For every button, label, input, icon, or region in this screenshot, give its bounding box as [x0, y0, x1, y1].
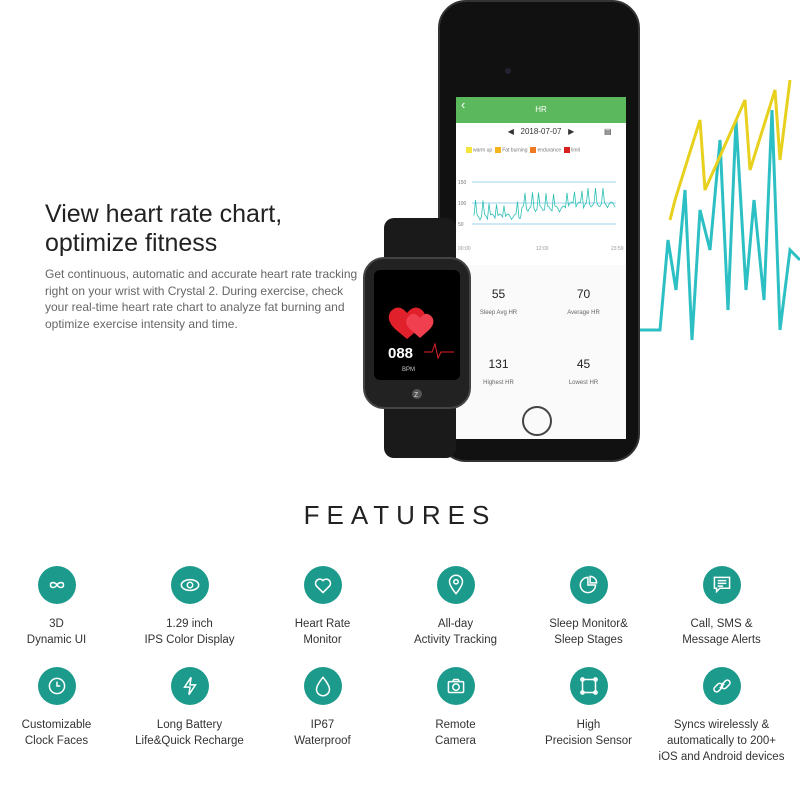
feature-item: Customizable Clock Faces	[0, 667, 123, 749]
chart-legend: warm up Fat burning endurance limit	[466, 147, 580, 153]
eye-icon	[170, 566, 209, 604]
app-bar: HR	[456, 97, 626, 123]
watch-bpm-value: 088	[388, 345, 413, 362]
infinity-icon	[37, 566, 76, 604]
feature-item: IP67 Waterproof	[256, 667, 389, 749]
feature-label: Sleep Monitor& Sleep Stages	[549, 618, 628, 646]
feature-item: Remote Camera	[389, 667, 522, 749]
sensor-square-icon	[569, 667, 608, 705]
features-title: FEATURES	[303, 500, 497, 530]
y-tick: 100	[458, 201, 467, 207]
feature-item: Call, SMS & Message Alerts	[655, 566, 788, 648]
calendar-icon[interactable]: ▤	[604, 127, 612, 136]
message-icon	[702, 566, 741, 604]
legend-item: limit	[564, 147, 580, 153]
feature-item: Long Battery Life&Quick Recharge	[123, 667, 256, 749]
feature-label: Syncs wirelessly & automatically to 200+…	[658, 719, 785, 763]
next-date-icon[interactable]: ▶	[568, 127, 574, 136]
legend-label: limit	[571, 147, 581, 154]
legend-item: Fat burning	[495, 147, 527, 153]
lightning-icon	[170, 667, 209, 705]
prev-date-icon[interactable]: ◀	[508, 127, 514, 136]
feature-label: 1.29 inch IPS Color Display	[144, 618, 235, 646]
back-icon[interactable]: ‹	[461, 97, 465, 112]
feature-label: Long Battery Life&Quick Recharge	[135, 719, 244, 747]
feature-item: All-day Activity Tracking	[389, 566, 522, 648]
watch-logo: Z	[414, 392, 419, 399]
link-icon	[702, 667, 741, 705]
feature-label: Customizable Clock Faces	[21, 719, 92, 747]
feature-label: Heart Rate Monitor	[294, 618, 351, 646]
date-label: 2018-07-07	[520, 127, 562, 136]
x-tick: 23:59	[611, 246, 624, 252]
date-selector: ◀ 2018-07-07 ▶	[456, 127, 626, 136]
smartwatch: 088 BPM Z	[363, 218, 471, 458]
x-tick: 12:00	[536, 246, 549, 252]
headline-line-2: optimize fitness	[45, 229, 218, 257]
hr-series-line	[473, 187, 616, 221]
legend-swatch	[564, 147, 571, 153]
feature-item: Syncs wirelessly & automatically to 200+…	[655, 667, 788, 765]
description: Get continuous, automatic and accurate h…	[45, 267, 358, 331]
app-title: HR	[535, 105, 547, 114]
legend-label: warm up	[473, 147, 493, 154]
stat-lowest: 45 Lowest HR	[568, 357, 599, 386]
feature-item: High Precision Sensor	[522, 667, 655, 749]
feature-label: Call, SMS & Message Alerts	[682, 618, 761, 646]
headline: View heart rate chart, optimize fitness	[45, 200, 282, 258]
pie-chart-icon	[569, 566, 608, 604]
headline-line-1: View heart rate chart,	[45, 200, 283, 228]
hr-chart: 1501005000:00 12:00 23:59	[458, 180, 624, 252]
feature-label: High Precision Sensor	[545, 719, 632, 747]
feature-item: 3D Dynamic UI	[0, 566, 123, 648]
watch-bpm-label: BPM	[402, 367, 415, 373]
legend-item: endurance	[530, 147, 561, 153]
feature-item: 1.29 inch IPS Color Display	[123, 566, 256, 648]
legend-swatch	[530, 147, 537, 153]
y-tick: 150	[458, 180, 467, 186]
camera-icon	[436, 667, 475, 705]
legend-swatch	[466, 147, 472, 153]
feature-label: All-day Activity Tracking	[413, 618, 498, 646]
clock-icon	[37, 667, 76, 705]
heart-icon	[303, 566, 342, 604]
feature-item: Sleep Monitor& Sleep Stages	[522, 566, 655, 648]
legend-swatch	[495, 147, 502, 153]
location-pin-icon	[436, 566, 475, 604]
water-drop-icon	[303, 667, 342, 705]
legend-label: Fat burning	[502, 147, 528, 154]
home-button	[522, 406, 552, 436]
legend-label: endurance	[537, 147, 562, 154]
feature-label: Remote Camera	[435, 719, 476, 747]
stat-average: 70 Average HR	[567, 287, 600, 316]
feature-label: 3D Dynamic UI	[26, 618, 87, 646]
phone-camera	[505, 68, 511, 74]
phone-screen: HR ‹ ◀ 2018-07-07 ▶ ▤ warm up Fat burning…	[456, 97, 626, 439]
feature-item: Heart Rate Monitor	[256, 566, 389, 648]
legend-item: warm up	[466, 147, 492, 153]
feature-label: IP67 Waterproof	[294, 719, 351, 747]
